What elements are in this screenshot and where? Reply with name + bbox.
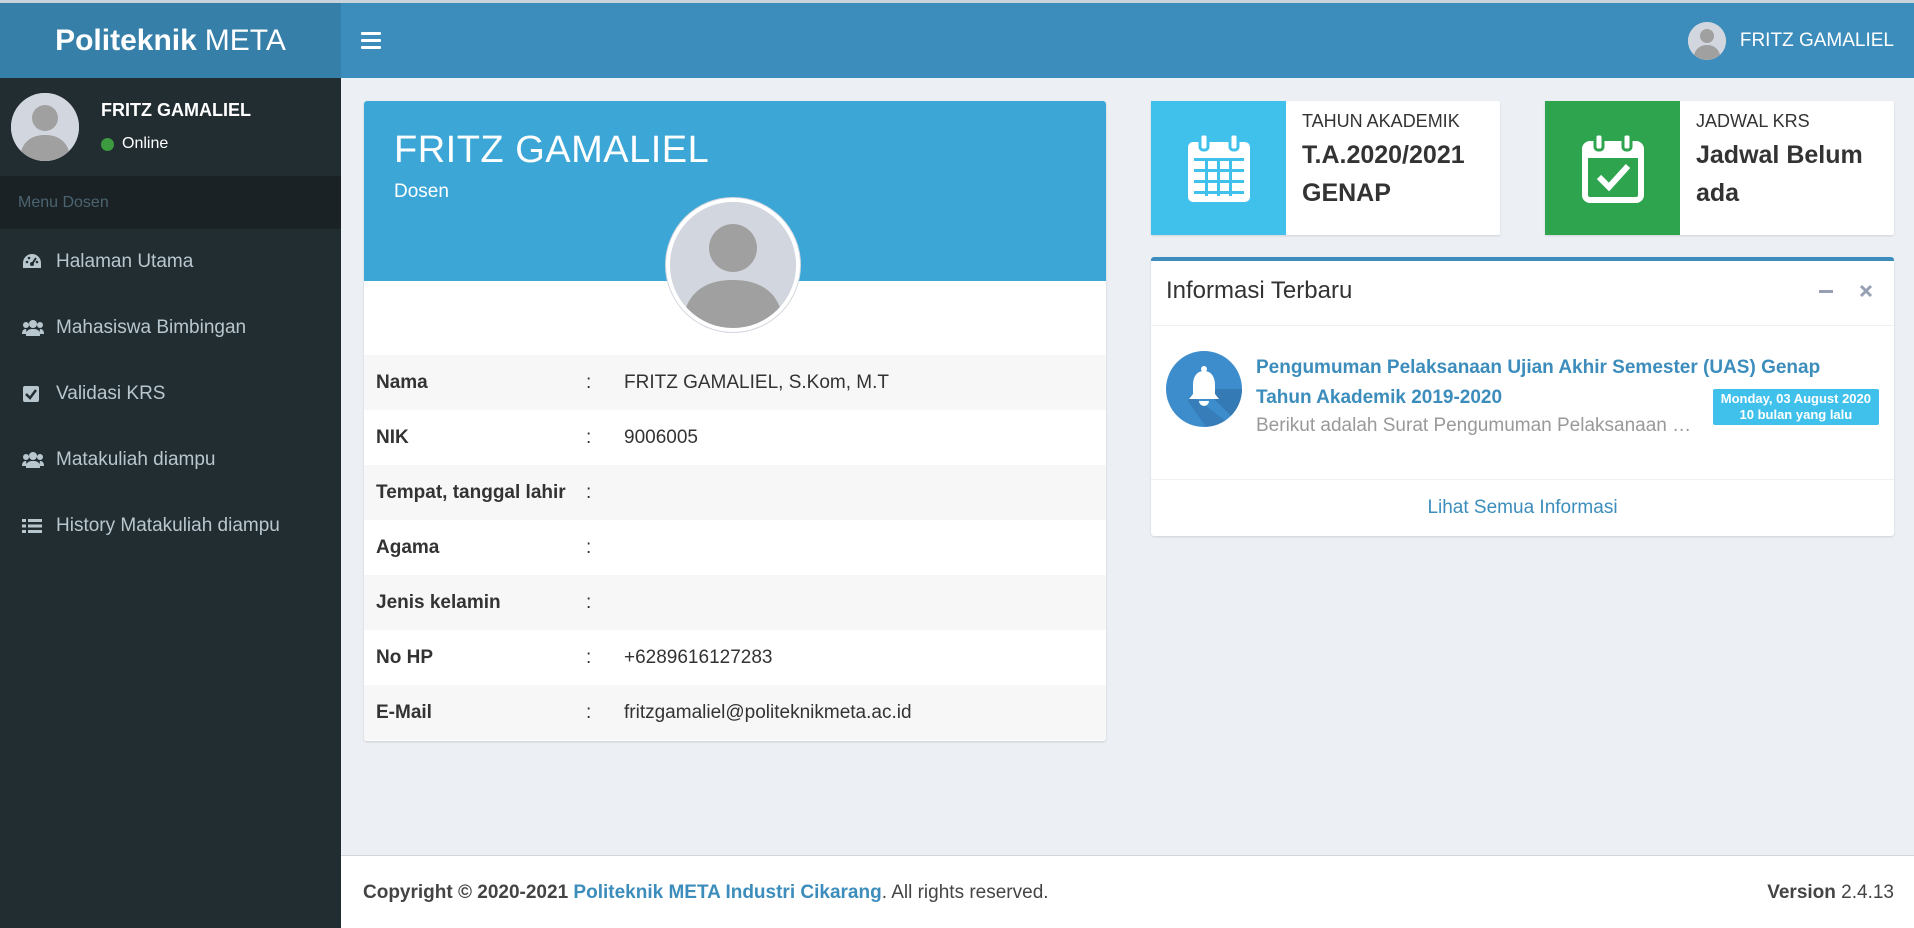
info-box-value-line1: Jadwal Belum (1696, 141, 1863, 169)
row-key: No HP (376, 646, 433, 668)
check-square-icon (22, 385, 56, 403)
info-box-value-line2: ada (1696, 179, 1740, 207)
page-footer: Copyright © 2020-2021 Politeknik META In… (341, 855, 1914, 928)
row-colon: : (586, 701, 592, 723)
news-date: Monday, 03 August 2020 (1720, 391, 1871, 406)
row-colon: : (586, 371, 592, 393)
info-box-label: TAHUN AKADEMIK (1302, 111, 1460, 131)
menu-header: Menu Dosen (0, 176, 341, 229)
navbar-avatar (1687, 21, 1726, 60)
sidebar-item-mahasiswa-bimbingan[interactable]: Mahasiswa Bimbingan (0, 295, 341, 361)
row-key: Agama (376, 536, 440, 558)
row-key: Tempat, tanggal lahir (376, 481, 566, 503)
users-icon (22, 451, 56, 469)
news-box-title: Informasi Terbaru (1166, 277, 1353, 304)
news-item-description: Berikut adalah Surat Pengumuman Pelaksan… (1256, 415, 1696, 436)
info-box-jadwal-krs: JADWAL KRS Jadwal Belum ada (1545, 101, 1894, 235)
sidebar-toggle-icon[interactable] (361, 27, 383, 53)
row-colon: : (586, 536, 592, 558)
online-dot-icon (101, 137, 114, 151)
version-number: 2.4.13 (1841, 882, 1894, 903)
brand-logo[interactable]: Politeknik META (0, 3, 341, 78)
info-box-tahun-akademik: TAHUN AKADEMIK T.A.2020/2021 GENAP (1151, 101, 1500, 235)
sidebar-item-halaman-utama[interactable]: Halaman Utama (0, 229, 341, 295)
row-key: Jenis kelamin (376, 591, 501, 613)
brand-bold: Politeknik (55, 23, 197, 57)
navbar-user-name: FRITZ GAMALIEL (1739, 29, 1894, 51)
row-key: Nama (376, 371, 428, 393)
close-icon[interactable] (1858, 283, 1874, 299)
row-colon: : (586, 646, 592, 668)
sidebar-item-history-matakuliah[interactable]: History Matakuliah diampu (0, 493, 341, 559)
sidebar: FRITZ GAMALIEL Online Menu Dosen Halaman… (0, 78, 341, 928)
org-link[interactable]: Politeknik META Industri Cikarang (573, 882, 881, 903)
sidebar-item-label: Mahasiswa Bimbingan (56, 317, 247, 338)
info-box-value: Jadwal Belum ada (1696, 136, 1884, 212)
top-navbar: FRITZ GAMALIEL (341, 3, 1914, 78)
version-label: Version (1767, 882, 1836, 903)
row-value: 9006005 (624, 426, 698, 448)
info-box-text: JADWAL KRS Jadwal Belum ada (1696, 111, 1884, 212)
row-colon: : (586, 591, 592, 613)
sidebar-item-label: History Matakuliah diampu (56, 515, 280, 536)
calendar-check-icon (1545, 101, 1680, 235)
row-value: fritzgamaliel@politeknikmeta.ac.id (624, 701, 912, 723)
sidebar-user-name: FRITZ GAMALIEL (101, 100, 251, 120)
sidebar-item-label: Matakuliah diampu (56, 449, 216, 470)
table-row: Jenis kelamin : (364, 575, 1106, 630)
sidebar-menu: Halaman Utama Mahasiswa Bimbingan Valida… (0, 229, 341, 559)
news-box-tools (1818, 283, 1874, 299)
profile-card: FRITZ GAMALIEL Dosen Nama : FRITZ GAMALI… (364, 101, 1106, 741)
sidebar-user-panel: FRITZ GAMALIEL Online (0, 78, 341, 176)
row-value: +6289616127283 (624, 646, 773, 668)
table-row: Agama : (364, 520, 1106, 575)
info-box-value-line1: T.A.2020/2021 (1302, 141, 1465, 169)
profile-name: FRITZ GAMALIEL (394, 129, 710, 171)
profile-details-table: Nama : FRITZ GAMALIEL, S.Kom, M.T NIK : … (364, 355, 1106, 740)
row-colon: : (586, 481, 592, 503)
calendar-icon (1151, 101, 1286, 235)
row-key: E-Mail (376, 701, 432, 723)
dashboard-icon (22, 253, 56, 271)
row-value: FRITZ GAMALIEL, S.Kom, M.T (624, 371, 889, 393)
sidebar-item-validasi-krs[interactable]: Validasi KRS (0, 361, 341, 427)
info-box-value-line2: GENAP (1302, 179, 1391, 207)
table-row: Nama : FRITZ GAMALIEL, S.Kom, M.T (364, 355, 1106, 410)
news-ago: 10 bulan yang lalu (1739, 407, 1853, 422)
users-icon (22, 319, 56, 337)
table-row: NIK : 9006005 (364, 410, 1106, 465)
info-box-text: TAHUN AKADEMIK T.A.2020/2021 GENAP (1302, 111, 1490, 212)
info-box-value: T.A.2020/2021 GENAP (1302, 136, 1490, 212)
see-all-news-link[interactable]: Lihat Semua Informasi (1151, 479, 1894, 536)
status-label: Online (122, 135, 169, 152)
profile-photo (666, 198, 800, 332)
table-row: Tempat, tanggal lahir : (364, 465, 1106, 520)
bell-icon (1166, 351, 1242, 427)
rights-text: . All rights reserved. (881, 882, 1049, 903)
row-key: NIK (376, 426, 409, 448)
footer-version: Version 2.4.13 (1767, 882, 1894, 904)
table-row: No HP : +6289616127283 (364, 630, 1106, 685)
brand-rest: META (204, 23, 286, 57)
navbar-user-menu[interactable]: FRITZ GAMALIEL (1687, 3, 1894, 78)
list-icon (22, 518, 56, 534)
info-box-label: JADWAL KRS (1696, 111, 1810, 131)
table-row: E-Mail : fritzgamaliel@politeknikmeta.ac… (364, 685, 1106, 740)
news-box: Informasi Terbaru Pengumuman Pelaksanaan… (1151, 257, 1894, 536)
footer-copyright: Copyright © 2020-2021 Politeknik META In… (363, 882, 1049, 904)
divider (1151, 325, 1894, 326)
sidebar-item-label: Validasi KRS (56, 383, 166, 404)
sidebar-avatar (11, 93, 79, 161)
news-date-badge: Monday, 03 August 2020 10 bulan yang lal… (1712, 389, 1879, 425)
collapse-icon[interactable] (1818, 283, 1834, 299)
news-item: Pengumuman Pelaksanaan Ujian Akhir Semes… (1166, 351, 1879, 441)
row-colon: : (586, 426, 592, 448)
copyright-text: Copyright © 2020-2021 (363, 882, 569, 903)
profile-role: Dosen (394, 181, 449, 202)
sidebar-item-label: Halaman Utama (56, 251, 194, 272)
sidebar-item-matakuliah-diampu[interactable]: Matakuliah diampu (0, 427, 341, 493)
sidebar-user-status: Online (101, 135, 168, 153)
